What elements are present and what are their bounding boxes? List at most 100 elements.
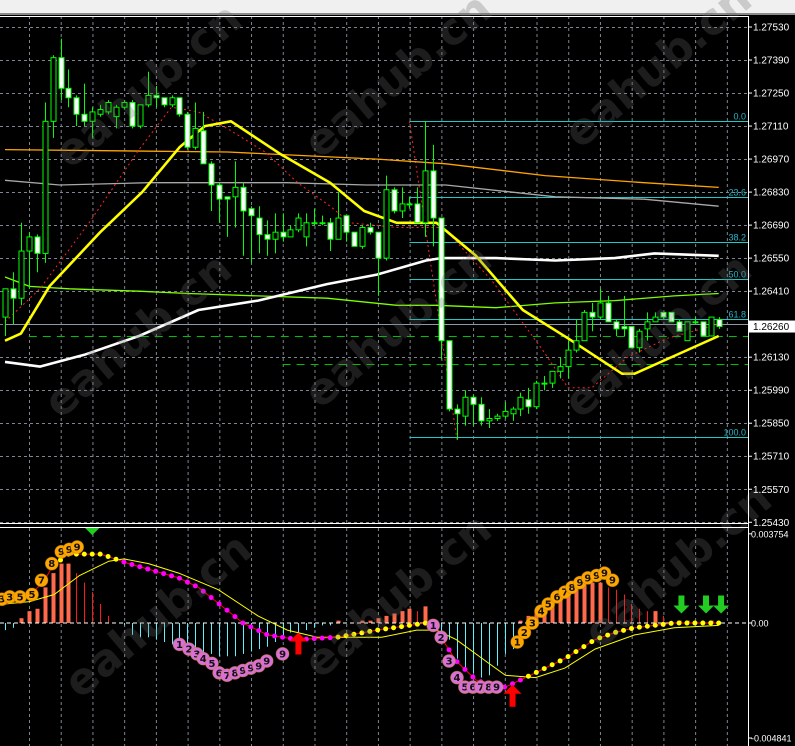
price-axis-label: 1.26130 bbox=[753, 353, 790, 364]
candle-body bbox=[502, 410, 509, 417]
candle bbox=[716, 317, 723, 329]
candle bbox=[42, 102, 49, 263]
candle-body bbox=[65, 87, 72, 99]
counter-label: 2 bbox=[438, 633, 445, 644]
main-line-dot bbox=[581, 644, 587, 650]
candle bbox=[541, 376, 548, 391]
candle-body bbox=[613, 321, 620, 330]
candle-body bbox=[597, 302, 604, 318]
price-axis-label: 1.26410 bbox=[753, 287, 790, 298]
candle bbox=[430, 144, 437, 247]
main-line-dot bbox=[81, 551, 87, 557]
watermark: eahub.cn bbox=[554, 0, 761, 158]
main-line-dot bbox=[89, 551, 95, 557]
candle bbox=[65, 69, 72, 108]
candle-body bbox=[462, 396, 469, 417]
candle bbox=[272, 213, 279, 254]
main-line-dot bbox=[216, 601, 222, 607]
price-axis-label: 1.25850 bbox=[753, 419, 790, 430]
candle-body bbox=[383, 189, 390, 259]
oscillator-axis-label: 0.00 bbox=[751, 619, 769, 629]
counter-label: 4 bbox=[454, 673, 461, 684]
candle-body bbox=[351, 231, 358, 247]
main-line-dot bbox=[716, 620, 722, 626]
main-line-dot bbox=[414, 621, 420, 627]
main-line-dot bbox=[533, 669, 539, 675]
candle bbox=[50, 55, 57, 138]
candle-body bbox=[335, 217, 342, 240]
candle-body bbox=[50, 57, 57, 122]
candle bbox=[208, 161, 215, 211]
candle-body bbox=[10, 288, 17, 299]
main-line-dot bbox=[113, 556, 119, 562]
candle-body bbox=[264, 234, 271, 240]
candle-body bbox=[34, 236, 41, 254]
trading-chart[interactable]: 0.023.638.250.061.8100.03 3 5 5789 9 91 2 3 4 56 7… bbox=[0, 0, 795, 746]
candle-body bbox=[216, 184, 223, 200]
price-axis-label: 1.26690 bbox=[753, 221, 790, 232]
price-axis-label: 1.27530 bbox=[753, 23, 790, 34]
candle bbox=[200, 111, 207, 165]
watermark: eahub.cn bbox=[574, 473, 781, 659]
fib-level-label: 61.8 bbox=[728, 310, 746, 320]
main-line-dot bbox=[462, 666, 468, 672]
candle bbox=[280, 213, 287, 242]
main-line-dot bbox=[129, 562, 135, 568]
candle bbox=[383, 175, 390, 261]
main-line-dot bbox=[264, 631, 270, 637]
price-axis-label: 1.25430 bbox=[753, 518, 790, 529]
main-line-dot bbox=[224, 607, 230, 613]
price-axis-label: 1.27250 bbox=[753, 89, 790, 100]
candle-body bbox=[311, 222, 318, 225]
price-axis-label: 1.27390 bbox=[753, 56, 790, 67]
candle-body bbox=[359, 226, 366, 247]
candle bbox=[351, 231, 358, 247]
candle bbox=[327, 218, 334, 252]
counter-label: 7 bbox=[38, 576, 45, 587]
candle bbox=[613, 319, 620, 336]
candle bbox=[399, 187, 406, 219]
counter-label: 5 bbox=[545, 599, 552, 610]
candle bbox=[176, 97, 183, 117]
candle-body bbox=[422, 170, 429, 224]
orange-ma bbox=[4, 148, 719, 189]
main-line-dot bbox=[137, 564, 143, 570]
candle bbox=[391, 187, 398, 214]
candle bbox=[335, 192, 342, 240]
candle bbox=[58, 38, 65, 101]
candle bbox=[494, 413, 501, 421]
candle bbox=[510, 406, 517, 421]
candle bbox=[581, 310, 588, 342]
current-price-label: 1.26260 bbox=[753, 322, 790, 333]
candle bbox=[34, 234, 41, 273]
price-axis-label: 1.26830 bbox=[753, 188, 790, 199]
main-line-dot bbox=[240, 620, 246, 626]
fib-level-label: 38.2 bbox=[728, 233, 746, 243]
candle bbox=[375, 231, 382, 296]
counter-label: 9 bbox=[279, 649, 286, 660]
candle-body bbox=[391, 189, 398, 212]
main-line-dot bbox=[470, 674, 476, 680]
candle-body bbox=[176, 97, 183, 115]
counter-label: 1 bbox=[514, 638, 521, 649]
main-line-dot bbox=[573, 649, 579, 655]
candle-body bbox=[232, 186, 239, 198]
fib-level-label: 100.0 bbox=[723, 428, 746, 438]
candle-body bbox=[200, 130, 207, 165]
price-axis-label: 1.27110 bbox=[753, 122, 789, 133]
candle-body bbox=[557, 366, 564, 372]
candle bbox=[470, 394, 477, 426]
main-line-dot bbox=[105, 553, 111, 559]
main-line-dot bbox=[272, 633, 278, 639]
candle bbox=[549, 370, 556, 388]
main-line-dot bbox=[660, 621, 666, 627]
candle bbox=[311, 208, 318, 226]
candle-body bbox=[446, 340, 453, 410]
watermark: eahub.cn bbox=[294, 503, 501, 689]
candle bbox=[525, 387, 532, 414]
candle bbox=[216, 182, 223, 223]
candle-body bbox=[549, 370, 556, 384]
violet-count-2: 12345 6 7 8 9 bbox=[426, 618, 504, 695]
candle bbox=[406, 196, 413, 209]
main-line-dot bbox=[145, 566, 151, 572]
